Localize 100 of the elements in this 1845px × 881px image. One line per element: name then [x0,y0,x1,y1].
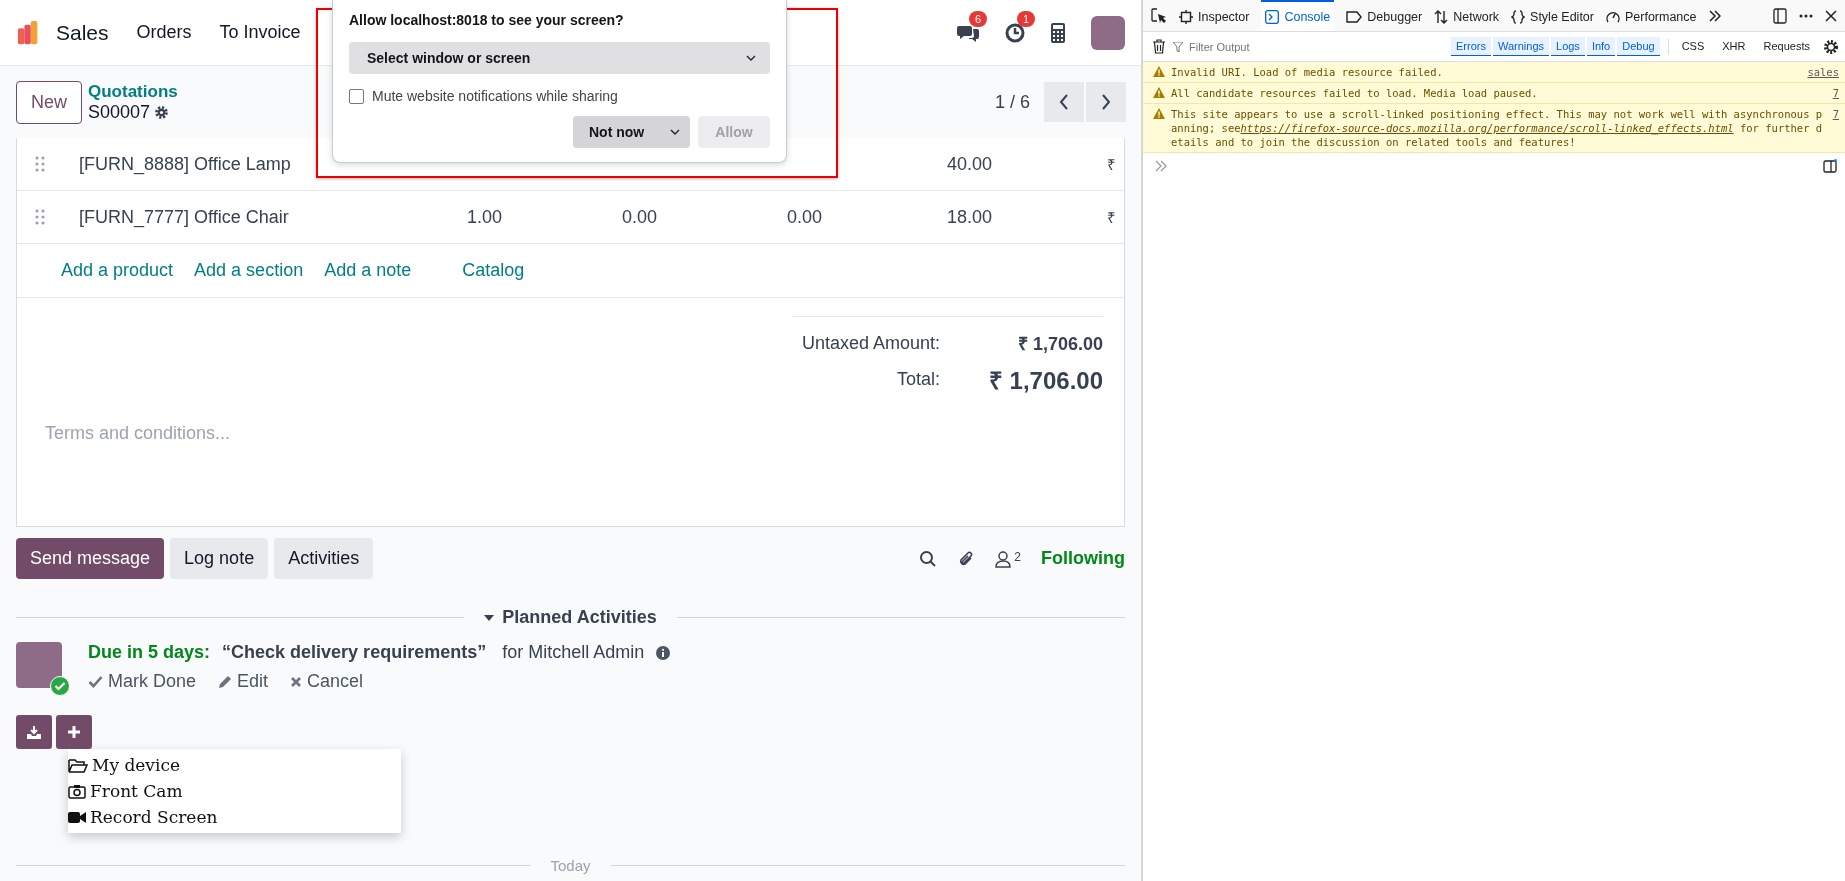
follower-count: 2 [1014,549,1021,564]
plus-icon [68,726,80,738]
planned-activities-toggle[interactable]: Planned Activities [484,607,657,628]
next-button[interactable] [1086,82,1126,122]
screen-select[interactable]: Select window or screen [349,42,770,74]
chatter-button[interactable]: Activities [274,538,374,579]
download-button[interactable] [16,715,52,749]
funnel-icon [1173,41,1183,52]
menu-item[interactable]: Orders [136,22,192,43]
log-level-toggle[interactable]: Warnings [1492,37,1549,56]
untaxed-amount: ₹ 1,706.00 [1016,333,1103,355]
untaxed-label: Untaxed Amount: [801,332,940,354]
gear-icon[interactable] [154,104,170,120]
add-line-link[interactable]: Add a product [61,260,174,281]
responsive-mode-icon[interactable] [1773,7,1787,24]
camera-icon [68,783,86,799]
devtools-tab[interactable]: Console [1261,0,1335,31]
request-type-toggle[interactable]: CSS [1676,37,1710,56]
docs-link[interactable]: https://firefox-source-docs.mozilla.org/performance/scroll-linked_effects.html [1240,122,1734,134]
log-level-toggle[interactable]: Errors [1451,37,1491,56]
table-cell: 0.00 [787,206,823,227]
devtools-tab[interactable]: Debugger [1346,0,1423,31]
clock-icon[interactable] [1005,22,1025,43]
activity-action-button[interactable]: Cancel [290,671,364,692]
download-icon [27,725,41,739]
log-level-toggle[interactable]: Logs [1551,37,1585,56]
record-name: S00007 [88,101,151,123]
search-icon[interactable] [919,549,938,568]
devtools-tab[interactable]: Inspector [1179,0,1250,31]
activity-action-button[interactable]: Mark Done [88,671,197,692]
settings-icon[interactable] [1823,38,1839,55]
warning-message: This site appears to use a scroll-linked positioning effect. This may not work well with asynchronous panning; seehttps://firefox-source-docs.mozilla.org/performance/scroll-linked_effects.html for further details and to join the discussion on related tools and features! [1171,107,1824,149]
mute-checkbox[interactable] [349,88,364,104]
upload-menu-item[interactable]: Record Screen [68,804,401,830]
prompt-title: Allow localhost:8018 to see your screen? [349,12,625,28]
person-icon[interactable] [995,549,1012,568]
upload-menu-item[interactable]: My device [68,752,401,778]
upload-menu-item[interactable]: Front Cam [68,778,401,804]
add-line-link[interactable]: Add a note [324,260,412,281]
activity-assignee: for Mitchell Admin [502,642,645,663]
video-camera-icon [68,810,86,824]
close-icon[interactable] [1825,9,1837,22]
previous-button[interactable] [1044,82,1084,122]
drag-handle-icon[interactable] [35,156,45,172]
more-tabs-icon[interactable] [1708,9,1721,22]
close-icon [290,675,303,688]
pager-value: 1 / 6 [994,91,1030,113]
devtools-tab[interactable]: Performance [1605,0,1697,31]
not-now-button[interactable]: Not now [573,116,690,148]
date-separator: Today [550,857,591,874]
drag-handle-icon[interactable] [35,209,45,225]
add-button[interactable] [56,715,92,749]
source-link[interactable]: 7 [1832,107,1839,121]
chatter-button[interactable]: Send message [16,538,165,579]
gauge-icon [1605,9,1620,24]
following-button[interactable]: Following [1041,548,1125,569]
chatter-button[interactable]: Log note [170,538,269,579]
app-name[interactable]: Sales [56,20,109,45]
add-line-link[interactable]: Add a section [194,260,304,281]
due-label: Due in 5 days: [88,642,211,663]
request-type-toggle[interactable]: XHR [1717,37,1751,56]
devtools-tab[interactable]: Network [1434,0,1500,31]
sidebar-toggle-icon[interactable] [1823,159,1837,173]
source-link[interactable]: sales [1807,65,1839,79]
calculator-icon[interactable] [1051,22,1065,43]
info-icon[interactable] [656,645,671,660]
crosshair-box-icon [1179,9,1193,24]
log-level-toggle[interactable]: Debug [1617,37,1660,56]
table-cell: 40.00 [947,153,993,174]
warning-icon [1153,108,1165,119]
warning-icon [1153,87,1165,98]
mute-label: Mute website notifications while sharing [372,88,618,104]
add-line-link[interactable]: Catalog [462,260,525,281]
total-amount: ₹ 1,706.00 [987,366,1103,396]
pencil-icon [218,674,233,689]
activity-action-button[interactable]: Edit [218,671,269,692]
table-cell: 1.00 [467,206,503,227]
tag-shape-icon [1346,10,1363,23]
menu-item[interactable]: To Invoice [219,22,301,43]
chevron-right-icon [1101,93,1111,111]
element-picker-icon[interactable] [1151,7,1167,24]
caret-icon [484,613,495,622]
total-label: Total: [896,369,940,390]
warning-icon [1153,66,1165,77]
request-type-toggle[interactable]: Requests [1758,37,1815,56]
notification-badge: 6 [969,10,988,27]
trash-icon[interactable] [1153,39,1165,54]
warning-message: Invalid URI. Load of media resource failed. [1171,65,1444,79]
user-avatar[interactable] [1091,15,1125,50]
terminal-icon [1265,9,1280,24]
table-cell: 0.00 [622,206,658,227]
new-button[interactable]: New [16,80,82,124]
log-level-toggle[interactable]: Info [1586,37,1616,56]
more-options-icon[interactable] [1799,13,1813,18]
breadcrumb-link[interactable]: Quotations [88,81,178,102]
source-link[interactable]: 7 [1832,86,1839,100]
user-avatar [16,642,62,688]
chevron-left-icon [1059,93,1069,111]
chevrons-icon [1155,160,1167,172]
devtools-tab[interactable]: Style Editor [1511,0,1594,31]
